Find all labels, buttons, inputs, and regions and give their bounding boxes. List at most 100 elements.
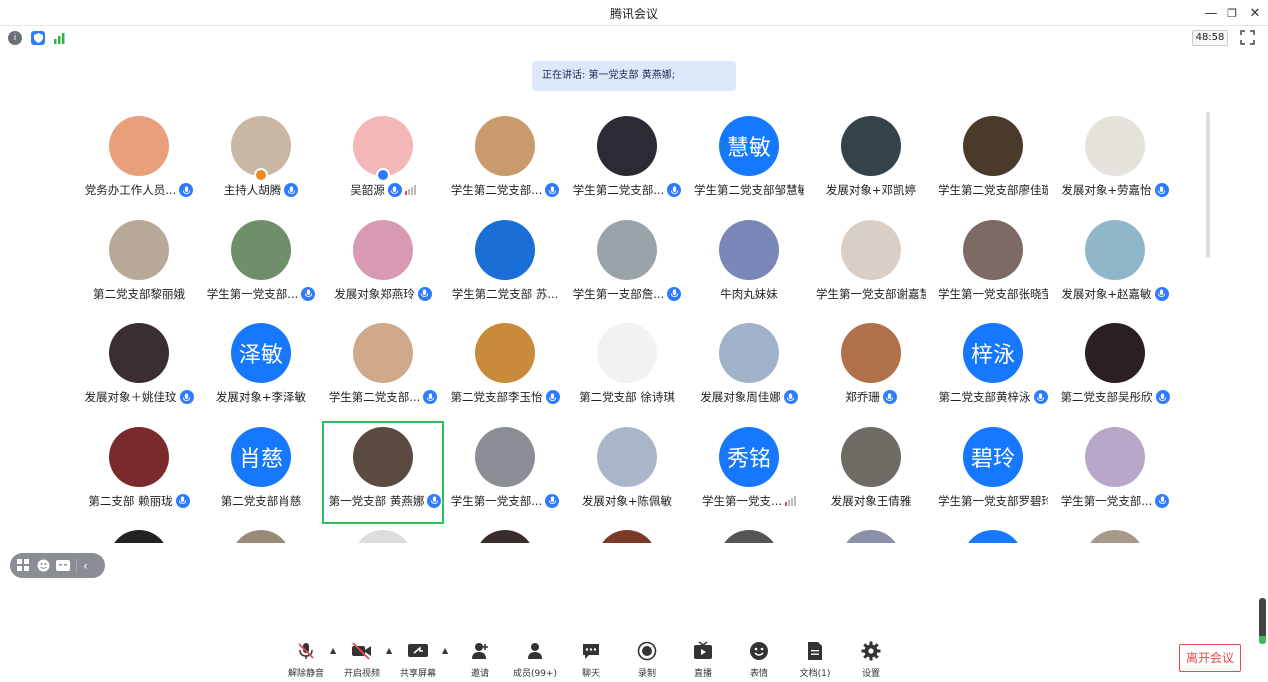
grid-scrollbar[interactable]: [1206, 112, 1210, 258]
participant-tile[interactable]: [688, 524, 810, 543]
participant-tile[interactable]: 慧敏 学生第二党支部邹慧敏: [688, 110, 810, 213]
participant-tile[interactable]: 学生第一党支部...: [444, 421, 566, 524]
participant-name-row: 发展对象+邓凯婷: [810, 182, 932, 198]
fullscreen-icon[interactable]: [1240, 30, 1255, 45]
participant-tile[interactable]: 发展对象+赵嘉敏: [1054, 214, 1176, 317]
participant-tile[interactable]: 发展对象郑燕玲: [322, 214, 444, 317]
participant-name-row: 学生第一党支部...: [200, 286, 322, 302]
participant-tile[interactable]: 牛肉丸妹妹: [688, 214, 810, 317]
participant-tile[interactable]: 第二党支部 徐诗琪: [566, 317, 688, 420]
participant-tile[interactable]: 碧玲 学生第一党支部罗碧玲: [932, 421, 1054, 524]
live-button[interactable]: 直播: [677, 640, 729, 680]
participant-tile[interactable]: 主持人胡腾: [200, 110, 322, 213]
participant-tile[interactable]: 肖慈 第二党支部肖慈: [200, 421, 322, 524]
participant-tile[interactable]: 第二支部 赖丽珑: [78, 421, 200, 524]
settings-button[interactable]: 设置: [845, 640, 897, 680]
participant-tile[interactable]: 第二党支部黎丽娥: [78, 214, 200, 317]
avatar: 慧敏: [719, 116, 779, 176]
layout-icon[interactable]: [16, 559, 30, 573]
participant-tile[interactable]: [932, 524, 1054, 543]
participant-name: 牛肉丸妹妹: [720, 286, 778, 301]
start-video-button[interactable]: 开启视频: [336, 640, 388, 680]
collapse-chevron-icon[interactable]: ‹: [76, 558, 90, 573]
shield-icon[interactable]: [31, 31, 45, 45]
participant-tile[interactable]: 发展对象+陈佩敏: [566, 421, 688, 524]
record-icon: [636, 640, 658, 662]
participant-tile[interactable]: 发展对象+劳嘉怡: [1054, 110, 1176, 213]
participant-name-row: 发展对象＋姚佳玟: [78, 389, 200, 405]
info-icon[interactable]: i: [8, 31, 22, 45]
mic-icon: [1155, 493, 1170, 508]
participant-name-row: 发展对象+陈佩敏: [566, 493, 688, 509]
members-button[interactable]: 成员(99+): [509, 640, 561, 680]
live-icon: [692, 640, 714, 662]
participant-name: 学生第一党支部谢嘉慧: [816, 286, 926, 301]
participant-tile[interactable]: 学生第二党支部...: [566, 110, 688, 213]
participant-tile[interactable]: [444, 524, 566, 543]
participant-tile[interactable]: 第二党支部吴彤欣: [1054, 317, 1176, 420]
participant-tile[interactable]: 发展对象周佳娜: [688, 317, 810, 420]
participant-grid: 党务办工作人员... 主持人胡腾 吴韶源 学生第二党支部... 学生第二党支部... 慧敏…: [78, 110, 1188, 543]
unmute-button[interactable]: 解除静音: [280, 640, 332, 680]
mic-icon: [545, 493, 560, 508]
avatar: [841, 426, 901, 487]
meeting-timer: 48:58: [1192, 30, 1228, 46]
docs-button[interactable]: 文档(1): [789, 640, 841, 680]
caption-icon[interactable]: [56, 559, 70, 573]
participant-tile[interactable]: 党务办工作人员...: [78, 110, 200, 213]
participant-tile[interactable]: 学生第二党支部...: [322, 317, 444, 420]
avatar: [597, 323, 657, 383]
participant-tile[interactable]: 秀铭 学生第一党支...: [688, 421, 810, 524]
participant-name-row: 学生第一党支部张晓莹: [932, 286, 1054, 302]
avatar: [1085, 426, 1145, 487]
chat-button[interactable]: 聊天: [565, 640, 617, 680]
participant-name-row: 党务办工作人员...: [78, 182, 200, 198]
participant-tile[interactable]: 学生第一党支部...: [200, 214, 322, 317]
participant-tile[interactable]: [78, 524, 200, 543]
invite-button[interactable]: 邀请: [454, 640, 506, 680]
signal-icon[interactable]: [53, 31, 67, 45]
record-button[interactable]: 录制: [621, 640, 673, 680]
participant-tile[interactable]: 学生第一党支部...: [1054, 421, 1176, 524]
restore-button[interactable]: ❐: [1221, 3, 1243, 23]
leave-meeting-button[interactable]: 离开会议: [1179, 644, 1241, 672]
participant-tile[interactable]: 学生第二党支部 苏...: [444, 214, 566, 317]
participant-tile[interactable]: 发展对象王倩雅: [810, 421, 932, 524]
participant-tile[interactable]: 郑乔珊: [810, 317, 932, 420]
participant-tile[interactable]: [810, 524, 932, 543]
participant-name-row: 学生第二党支部...: [566, 182, 688, 198]
title-bar: 腾讯会议 — ❐ ✕: [0, 0, 1268, 26]
participant-tile[interactable]: 学生第二党支部...: [444, 110, 566, 213]
participant-tile[interactable]: [322, 524, 444, 543]
network-signal-icon: [404, 185, 416, 195]
share-screen-button[interactable]: 共享屏幕: [392, 640, 444, 680]
participant-tile[interactable]: 学生第一党支部谢嘉慧: [810, 214, 932, 317]
avatar: [231, 219, 291, 280]
participant-tile[interactable]: 发展对象＋姚佳玟: [78, 317, 200, 420]
close-button[interactable]: ✕: [1244, 3, 1266, 23]
participant-name-row: 第二党支部吴彤欣: [1054, 389, 1176, 405]
invite-icon: [469, 640, 491, 662]
emoji-icon[interactable]: [36, 559, 50, 573]
participant-tile[interactable]: 学生第二党支部廖佳璇: [932, 110, 1054, 213]
minimize-button[interactable]: —: [1200, 3, 1222, 23]
participant-tile[interactable]: [1054, 524, 1176, 543]
participant-name-row: 发展对象+劳嘉怡: [1054, 182, 1176, 198]
participant-tile[interactable]: 发展对象+邓凯婷: [810, 110, 932, 213]
share-options-caret[interactable]: ▲: [442, 646, 452, 656]
participant-tile[interactable]: [200, 524, 322, 543]
participant-name-row: 学生第一党支部谢嘉慧: [810, 286, 932, 302]
mic-icon: [301, 286, 316, 301]
participant-tile[interactable]: 学生第一支部詹...: [566, 214, 688, 317]
participant-tile[interactable]: [566, 524, 688, 543]
participant-tile[interactable]: 第一党支部 黄燕娜: [322, 420, 444, 524]
participant-tile[interactable]: 梓泳 第二党支部黄梓泳: [932, 317, 1054, 420]
participant-tile[interactable]: 吴韶源: [322, 110, 444, 213]
participant-tile[interactable]: 学生第一党支部张晓莹: [932, 214, 1054, 317]
network-signal-icon: [784, 495, 796, 506]
floating-toolbar[interactable]: ‹: [10, 553, 105, 578]
participant-tile[interactable]: 第二党支部李玉怡: [444, 317, 566, 420]
participant-tile[interactable]: 泽敏 发展对象+李泽敏: [200, 317, 322, 420]
participant-name: 吴韶源: [350, 183, 385, 197]
reactions-button[interactable]: 表情: [733, 640, 785, 680]
